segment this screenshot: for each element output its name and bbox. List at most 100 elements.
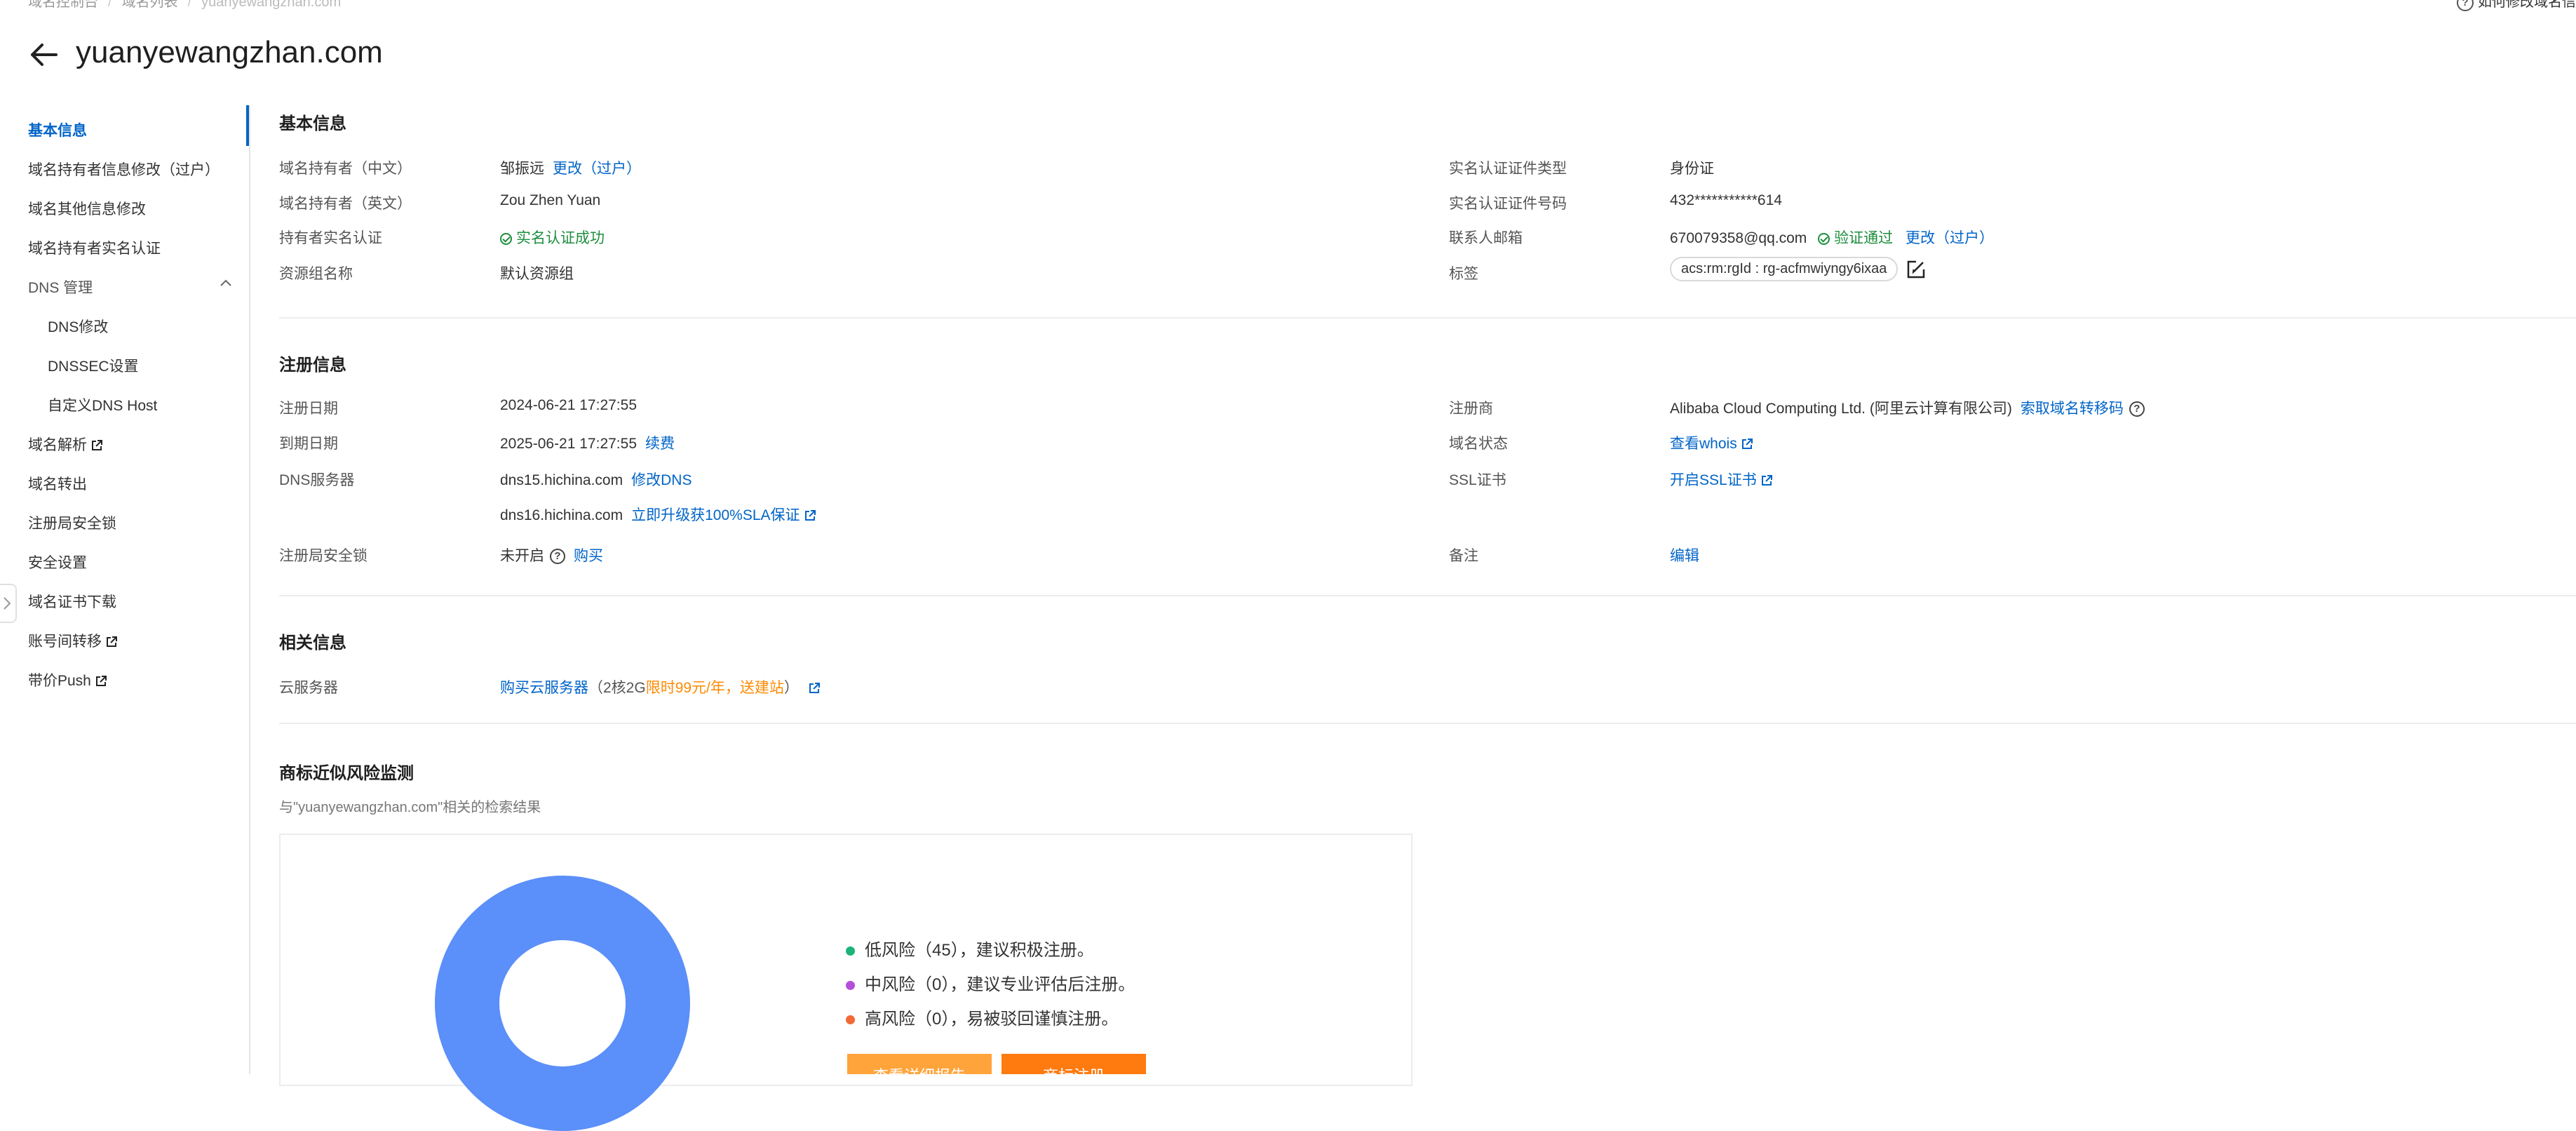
owner-cn-label: 域名持有者（中文） xyxy=(279,161,412,177)
sidebar-group-dns[interactable]: DNS 管理 xyxy=(28,276,93,297)
owner-cn-value-row: 邹振远 更改（过户） xyxy=(500,157,641,178)
registrar-value: Alibaba Cloud Computing Ltd. (阿里云计算有限公司) xyxy=(1670,401,2012,417)
sla-upgrade-link[interactable]: 立即升级获100%SLA保证 xyxy=(631,507,816,523)
legend-text: 低风险（45），建议积极注册。 xyxy=(865,941,1094,960)
email-label: 联系人邮箱 xyxy=(1449,230,1523,246)
sidebar-item-owner-change[interactable]: 域名持有者信息修改（过户） xyxy=(28,159,220,180)
exp-date-label: 到期日期 xyxy=(279,436,338,452)
lock-value: 未开启 xyxy=(500,548,544,564)
registrar-label: 注册商 xyxy=(1449,401,1493,417)
sidebar-item-dns-modify[interactable]: DNS修改 xyxy=(48,316,108,337)
cert-no-value: 432***********614 xyxy=(1670,192,1782,208)
sidebar-item-custom-dns-host[interactable]: 自定义DNS Host xyxy=(48,394,157,415)
cloud-server-label: 云服务器 xyxy=(279,680,338,696)
registrar-row: Alibaba Cloud Computing Ltd. (阿里云计算有限公司)… xyxy=(1670,397,2145,418)
sidebar-item-registry-lock[interactable]: 注册局安全锁 xyxy=(28,512,116,533)
legend-text: 高风险（0），易被驳回谨慎注册。 xyxy=(865,1010,1119,1029)
section-title-registration: 注册信息 xyxy=(279,356,346,375)
remark-label: 备注 xyxy=(1449,548,1478,564)
lock-row: 未开启? 购买 xyxy=(500,544,603,566)
question-icon[interactable]: ? xyxy=(2129,401,2145,417)
breadcrumb: 域名控制台 / 域名列表 / yuanyewangzhan.com xyxy=(28,0,341,11)
sidebar-item-dns-resolve[interactable]: 域名解析 xyxy=(28,434,102,455)
dns2-row: dns16.hichina.com 立即升级获100%SLA保证 xyxy=(500,504,816,525)
sidebar-item-realname[interactable]: 域名持有者实名认证 xyxy=(28,237,161,258)
sla-upgrade-label: 立即升级获100%SLA保证 xyxy=(631,507,800,523)
buy-cloud-server-link[interactable]: 购买云服务器 xyxy=(500,680,588,696)
divider xyxy=(279,317,2576,319)
question-icon[interactable]: ? xyxy=(550,549,565,565)
renew-link[interactable]: 续费 xyxy=(645,436,675,452)
sidebar-item-account-transfer[interactable]: 账号间转移 xyxy=(28,630,117,651)
owner-change-link[interactable]: 更改（过户） xyxy=(553,161,641,177)
lock-label: 注册局安全锁 xyxy=(279,548,367,564)
external-link-icon xyxy=(1741,439,1753,450)
sidebar-item-label: 带价Push xyxy=(28,673,91,689)
dns2-value: dns16.hichina.com xyxy=(500,507,623,523)
exp-date-row: 2025-06-21 17:27:55 续费 xyxy=(500,432,675,453)
email-value: 670079358@qq.com xyxy=(1670,230,1807,246)
sidebar-item-label: 域名解析 xyxy=(28,437,87,453)
sidebar-item-cert-download[interactable]: 域名证书下载 xyxy=(28,591,116,612)
external-link-icon xyxy=(107,636,117,648)
chevron-up-icon[interactable] xyxy=(220,279,231,286)
ssl-link[interactable]: 开启SSL证书 xyxy=(1670,469,1772,490)
trademark-subtitle: 与"yuanyewangzhan.com"相关的检索结果 xyxy=(279,800,541,815)
legend-dot xyxy=(846,981,855,991)
details-report-button[interactable]: 查看详细报告 xyxy=(847,1054,992,1074)
section-title-related: 相关信息 xyxy=(279,634,346,652)
realname-status-text: 实名认证成功 xyxy=(516,230,605,246)
external-link-icon xyxy=(804,510,816,521)
tag-label: 标签 xyxy=(1449,266,1478,282)
legend-dot xyxy=(846,946,855,956)
whois-link[interactable]: 查看whois xyxy=(1670,432,1753,453)
lock-buy-link[interactable]: 购买 xyxy=(574,548,603,564)
chevron-right-icon xyxy=(4,597,11,610)
dns1-value: dns15.hichina.com xyxy=(500,472,623,488)
owner-en-value: Zou Zhen Yuan xyxy=(500,192,601,208)
owner-cn-value: 邹振远 xyxy=(500,161,544,177)
sidebar-item-dnssec[interactable]: DNSSEC设置 xyxy=(48,355,139,376)
external-link-icon[interactable] xyxy=(809,683,820,694)
tag-row: acs:rm:rgId : rg-acfmwiyngy6ixaa xyxy=(1670,257,1926,281)
external-link-icon xyxy=(95,676,107,687)
transfer-code-link[interactable]: 索取域名转移码 xyxy=(2021,401,2124,417)
exp-date-value: 2025-06-21 17:27:55 xyxy=(500,436,637,452)
sidebar-item-transfer-out[interactable]: 域名转出 xyxy=(28,473,87,494)
remark-edit-link[interactable]: 编辑 xyxy=(1670,548,1699,564)
sidebar-item-basic-info[interactable]: 基本信息 xyxy=(28,119,87,140)
details-report-button-clip: 查看详细报告 xyxy=(847,1054,992,1074)
ssl-link-label: 开启SSL证书 xyxy=(1670,472,1757,488)
sidebar-collapse-toggle[interactable] xyxy=(0,584,17,623)
check-circle-icon xyxy=(500,232,512,245)
question-icon: ? xyxy=(2457,0,2474,11)
reg-date-value: 2024-06-21 17:27:55 xyxy=(500,397,637,413)
cloud-promo-text: 限时99元/年，送建站 xyxy=(645,680,784,696)
breadcrumb-item-list[interactable]: 域名列表 xyxy=(122,0,178,10)
cert-type-value: 身份证 xyxy=(1670,161,1714,177)
email-change-link[interactable]: 更改（过户） xyxy=(1906,230,1994,246)
page-title: yuanyewangzhan.com xyxy=(76,35,383,69)
realname-status: 实名认证成功 xyxy=(500,227,605,248)
sidebar-item-other-info[interactable]: 域名其他信息修改 xyxy=(28,198,146,219)
email-verified-text: 验证通过 xyxy=(1834,230,1894,246)
edit-icon[interactable] xyxy=(1906,260,1926,279)
breadcrumb-item-console[interactable]: 域名控制台 xyxy=(28,0,98,10)
register-trademark-button[interactable]: 商标注册 xyxy=(1002,1054,1146,1074)
dns-modify-link[interactable]: 修改DNS xyxy=(631,472,692,488)
email-row: 670079358@qq.com 验证通过 更改（过户） xyxy=(1670,227,1994,248)
cloud-server-row: 购买云服务器（2核2G限时99元/年，送建站） xyxy=(500,676,820,697)
help-link[interactable]: ? 如何修改域名信 xyxy=(2457,0,2576,11)
cloud-note-open: （2核2G xyxy=(588,680,646,696)
legend-high-risk: 高风险（0），易被驳回谨慎注册。 xyxy=(846,1005,1118,1029)
dns1-row: dns15.hichina.com 修改DNS xyxy=(500,469,692,490)
owner-en-label: 域名持有者（英文） xyxy=(279,196,412,212)
donut-ring xyxy=(435,876,690,1131)
back-arrow-icon[interactable] xyxy=(28,39,59,70)
divider xyxy=(279,595,2576,596)
reg-date-label: 注册日期 xyxy=(279,401,338,417)
help-link-label: 如何修改域名信 xyxy=(2478,0,2576,10)
sidebar-item-security[interactable]: 安全设置 xyxy=(28,551,87,573)
sidebar-item-paid-push[interactable]: 带价Push xyxy=(28,669,107,690)
tag-pill: acs:rm:rgId : rg-acfmwiyngy6ixaa xyxy=(1670,257,1899,281)
